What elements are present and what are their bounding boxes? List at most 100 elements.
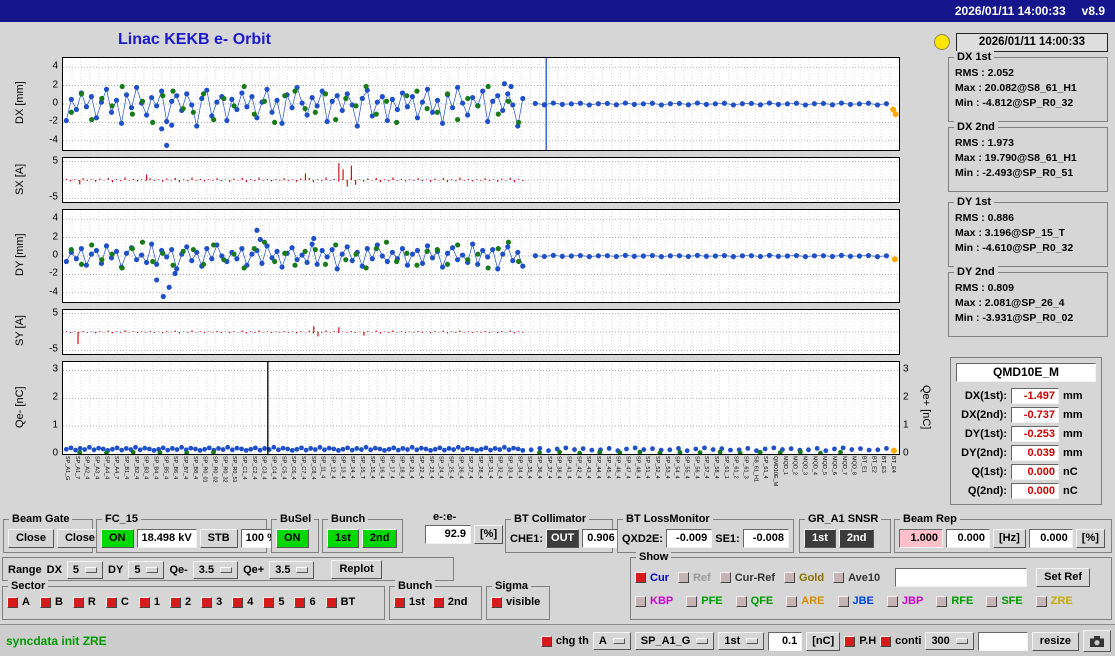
checkbox[interactable]: [844, 635, 856, 647]
range-dy-dropdown[interactable]: 5: [128, 560, 165, 579]
bpm-dropdown[interactable]: SP_A1_G: [634, 632, 715, 650]
show-check-cur-ref[interactable]: Cur-Ref: [719, 572, 775, 584]
checkbox[interactable]: [263, 596, 275, 608]
sector-check-a[interactable]: A: [7, 596, 30, 608]
show-check-ave10[interactable]: Ave10: [833, 572, 880, 584]
show-check-gold[interactable]: Gold: [784, 572, 824, 584]
show-check-sfe[interactable]: SFE: [986, 595, 1023, 607]
ee-ratio-block: e-:e- 92.9 [%]: [425, 511, 504, 544]
interval-dropdown[interactable]: 300: [925, 632, 974, 650]
sector-check-1[interactable]: 1: [138, 596, 160, 608]
checkbox[interactable]: [635, 595, 646, 607]
replot-button[interactable]: Replot: [331, 560, 382, 579]
checkbox[interactable]: [833, 572, 845, 583]
checkbox[interactable]: [837, 595, 849, 607]
stat-label: RMS :: [955, 212, 985, 224]
show-check-jbe[interactable]: JBE: [837, 595, 874, 607]
sector-check-bt[interactable]: BT: [325, 596, 356, 608]
resize-button[interactable]: resize: [1031, 631, 1079, 651]
conti-toggle[interactable]: conti: [880, 635, 921, 647]
screenshot-button[interactable]: [1083, 630, 1111, 652]
checkbox[interactable]: [201, 596, 213, 608]
checkbox[interactable]: [686, 595, 698, 607]
sector-check-3[interactable]: 3: [201, 596, 222, 608]
checkbox[interactable]: [394, 596, 405, 608]
monitor-label: DX(1st):: [964, 389, 1007, 402]
sector-check-6[interactable]: 6: [294, 596, 316, 608]
show-check-cur[interactable]: Cur: [635, 572, 669, 584]
gr-2nd-button[interactable]: 2nd: [838, 529, 875, 548]
show-check-ref[interactable]: Ref: [677, 572, 711, 584]
checkbox[interactable]: [7, 596, 18, 608]
busel-on-button[interactable]: ON: [276, 529, 309, 548]
bunch-check-1st[interactable]: 1st: [394, 596, 425, 608]
sector-check-c[interactable]: C: [105, 596, 129, 608]
show-check-jbp[interactable]: JBP: [886, 595, 923, 607]
checkbox[interactable]: [784, 572, 796, 583]
bunch-check-2nd[interactable]: 2nd: [432, 596, 467, 608]
bunch-dropdown[interactable]: 1st: [718, 632, 765, 650]
range-qep-dropdown[interactable]: 3.5: [269, 560, 315, 579]
sector-check-r[interactable]: R: [72, 596, 96, 608]
ee-ratio-value: 92.9: [425, 525, 471, 544]
x-tick-label: MQD_2: [791, 456, 798, 475]
set-ref-button[interactable]: Set Ref: [1036, 568, 1091, 587]
status-controls: chg th A SP_A1_G 1st 0.1 [nC] P.H conti …: [540, 630, 1111, 652]
ref-name-input[interactable]: [895, 568, 1028, 587]
checkbox[interactable]: [138, 596, 150, 608]
checkbox[interactable]: [886, 595, 898, 607]
monitor-value: 0.000: [1011, 463, 1059, 480]
checkbox-label: BT: [340, 596, 356, 608]
checkbox[interactable]: [232, 596, 244, 608]
checkbox[interactable]: [169, 596, 181, 608]
bunch-1st-button[interactable]: 1st: [327, 529, 359, 548]
checkbox[interactable]: [936, 595, 948, 607]
checkbox[interactable]: [294, 596, 306, 608]
checkbox[interactable]: [491, 596, 502, 608]
checkbox[interactable]: [72, 596, 84, 608]
bunch-2nd-button[interactable]: 2nd: [361, 529, 398, 548]
range-dx-dropdown[interactable]: 5: [66, 560, 104, 579]
show-check-are[interactable]: ARE: [786, 595, 825, 607]
checkbox[interactable]: [880, 635, 892, 647]
sector-check-2[interactable]: 2: [169, 596, 191, 608]
sector-check-5[interactable]: 5: [263, 596, 284, 608]
x-tick-label: MQD_3: [801, 456, 808, 475]
checkbox[interactable]: [325, 596, 337, 608]
range-qem-dropdown[interactable]: 3.5: [192, 560, 239, 579]
checkbox[interactable]: [735, 595, 747, 607]
show-check-pfe[interactable]: PFE: [686, 595, 723, 607]
checkbox[interactable]: [39, 596, 51, 608]
show-check-kbp[interactable]: KBP: [635, 595, 673, 607]
chg-th-toggle[interactable]: chg th: [540, 635, 589, 647]
checkbox[interactable]: [986, 595, 998, 607]
che1-state[interactable]: OUT: [546, 529, 580, 548]
checkbox[interactable]: [677, 572, 689, 583]
show-check-qfe[interactable]: QFE: [735, 595, 773, 607]
sector-check-4[interactable]: 4: [232, 596, 253, 608]
ph-toggle[interactable]: P.H: [844, 635, 876, 647]
stats-dx-1st: DX 1st RMS : 2.052 Max : 20.082@S8_61_H1…: [948, 51, 1108, 122]
x-tick-label: SP_35_4: [526, 456, 533, 479]
checkbox[interactable]: [786, 595, 798, 607]
sigma-check-visible[interactable]: visible: [491, 596, 540, 608]
checkbox[interactable]: [1035, 595, 1047, 607]
kekb-orbit-window: 2026/01/11 14:00:33 v8.9 Linac KEKB e- O…: [0, 0, 1115, 656]
fc15-on-button[interactable]: ON: [101, 529, 134, 548]
status-text-input[interactable]: [977, 631, 1028, 651]
checkbox[interactable]: [719, 572, 731, 583]
sector-dropdown[interactable]: A: [592, 632, 631, 650]
status-bar: syncdata init ZRE chg th A SP_A1_G 1st 0…: [0, 624, 1115, 656]
fc15-stb-button[interactable]: STB: [199, 529, 238, 548]
show-check-zre[interactable]: ZRE: [1035, 595, 1073, 607]
stat-value: 20.082@S8_61_H1: [984, 82, 1077, 94]
gr-1st-button[interactable]: 1st: [804, 529, 836, 548]
checkbox[interactable]: [432, 596, 444, 608]
plot-dy: [62, 209, 900, 303]
checkbox[interactable]: [105, 596, 117, 608]
checkbox[interactable]: [635, 572, 646, 583]
beam-gate-close-button-1[interactable]: Close: [8, 529, 54, 548]
show-check-rfe[interactable]: RFE: [936, 595, 973, 607]
sector-check-b[interactable]: B: [39, 596, 63, 608]
checkbox[interactable]: [540, 635, 552, 647]
